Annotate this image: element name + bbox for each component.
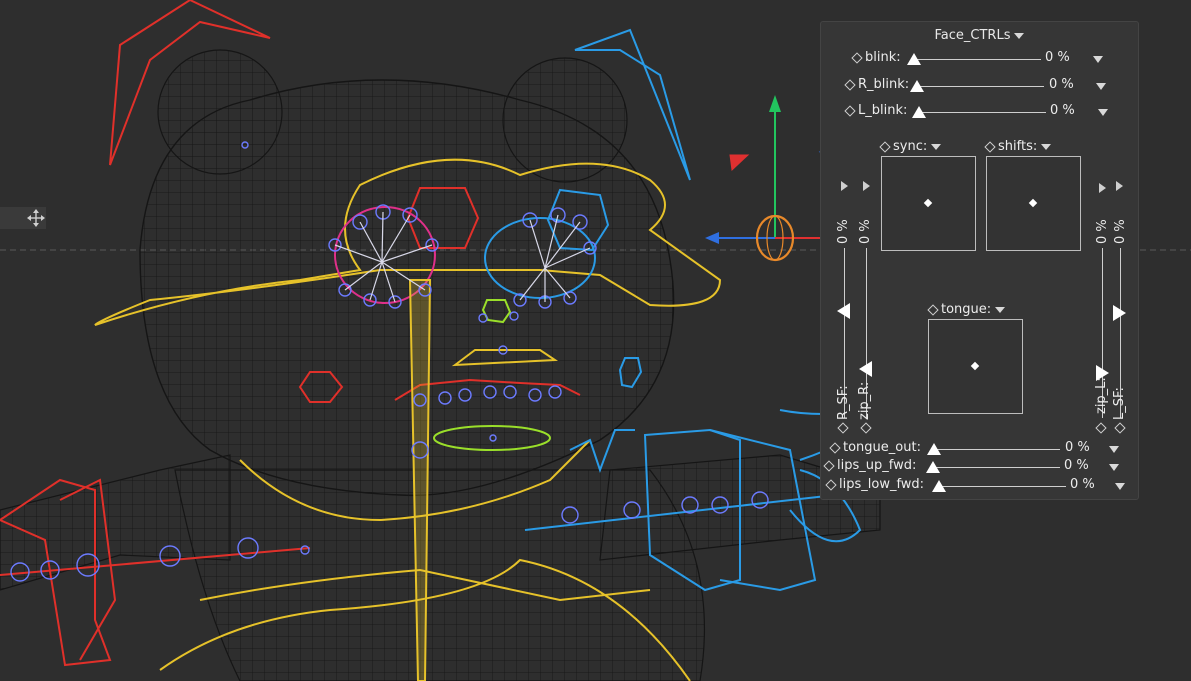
zip-l-label: zip_L: — [1094, 377, 1109, 414]
r-sf-expand-icon[interactable] — [841, 181, 848, 191]
l-blink-dropdown-icon[interactable] — [1098, 109, 1108, 116]
tongue-2d-pad[interactable] — [928, 319, 1023, 414]
key-diamond-icon[interactable] — [825, 478, 837, 491]
l-sf-value: 0 % — [1113, 219, 1128, 244]
panel-title-row[interactable]: Face_CTRLs — [821, 28, 1138, 43]
key-diamond-icon[interactable] — [927, 303, 939, 316]
l-blink-label: L_blink: — [844, 103, 907, 118]
r-blink-label: R_blink: — [844, 77, 909, 92]
lips-low-fwd-value: 0 % — [1070, 477, 1095, 492]
sync-2d-pad[interactable] — [881, 156, 976, 251]
key-diamond-icon[interactable] — [829, 441, 841, 454]
tongue-out-value: 0 % — [1065, 440, 1090, 455]
tongue-dropdown-icon[interactable] — [995, 306, 1006, 313]
zip-r-expand-icon[interactable] — [863, 181, 870, 191]
blink-slider-handle[interactable] — [907, 53, 921, 65]
panel-title: Face_CTRLs — [934, 28, 1011, 43]
lips-up-fwd-value: 0 % — [1064, 458, 1089, 473]
zip-r-label: zip_R: — [857, 381, 872, 420]
lips-low-fwd-label: lips_low_fwd: — [825, 477, 924, 492]
sync-dropdown-icon[interactable] — [931, 143, 942, 150]
sync-label: sync: — [879, 139, 942, 154]
r-blink-slider-handle[interactable] — [910, 80, 924, 92]
tongue-out-slider-track[interactable] — [933, 449, 1060, 450]
key-diamond-icon[interactable] — [851, 51, 863, 64]
lips-up-fwd-slider-handle[interactable] — [926, 461, 940, 473]
sync-pad-handle[interactable] — [923, 198, 933, 208]
key-diamond-icon[interactable] — [844, 78, 856, 91]
lips-low-fwd-slider-handle[interactable] — [932, 480, 946, 492]
r-sf-value: 0 % — [836, 219, 851, 244]
zip-l-value: 0 % — [1095, 219, 1110, 244]
l-sf-key-icon[interactable] — [1114, 422, 1126, 434]
zip-r-value: 0 % — [858, 219, 873, 244]
key-diamond-icon[interactable] — [823, 459, 835, 472]
r-sf-slider-handle[interactable] — [837, 303, 850, 319]
tongue-out-slider-handle[interactable] — [927, 443, 941, 455]
lips-up-fwd-slider-track[interactable] — [932, 467, 1060, 468]
key-diamond-icon[interactable] — [984, 140, 996, 153]
lips-up-fwd-label: lips_up_fwd: — [823, 458, 916, 473]
blink-dropdown-icon[interactable] — [1093, 56, 1103, 63]
tongue-label: tongue: — [927, 302, 1006, 317]
blink-value: 0 % — [1045, 50, 1070, 65]
zip-l-key-icon[interactable] — [1095, 422, 1107, 434]
blink-slider-track[interactable] — [913, 59, 1041, 60]
l-blink-slider-handle[interactable] — [912, 106, 926, 118]
tongue-out-label: tongue_out: — [829, 440, 921, 455]
move-tool-button[interactable] — [0, 207, 46, 229]
r-blink-value: 0 % — [1049, 77, 1074, 92]
shifts-label: shifts: — [984, 139, 1052, 154]
zip-l-expand-icon[interactable] — [1099, 183, 1106, 193]
shifts-pad-handle[interactable] — [1028, 198, 1038, 208]
key-diamond-icon[interactable] — [879, 140, 891, 153]
l-blink-slider-track[interactable] — [918, 112, 1046, 113]
zip-r-slider-handle[interactable] — [859, 361, 872, 377]
r-sf-key-icon[interactable] — [837, 422, 849, 434]
move-icon — [27, 209, 45, 227]
blink-label: blink: — [851, 50, 901, 65]
face-ctrls-panel: Face_CTRLs blink: 0 % R_blink: 0 % L_bli… — [820, 21, 1139, 500]
r-sf-label: R_SF: — [836, 385, 851, 420]
lips-low-fwd-slider-track[interactable] — [938, 486, 1066, 487]
zip-r-key-icon[interactable] — [860, 422, 872, 434]
lips-low-fwd-dropdown-icon[interactable] — [1115, 483, 1125, 490]
l-sf-expand-icon[interactable] — [1116, 181, 1123, 191]
title-dropdown-icon[interactable] — [1014, 32, 1025, 39]
r-blink-slider-track[interactable] — [916, 86, 1044, 87]
lips-up-fwd-dropdown-icon[interactable] — [1109, 464, 1119, 471]
l-blink-value: 0 % — [1050, 103, 1075, 118]
shifts-2d-pad[interactable] — [986, 156, 1081, 251]
l-sf-label: L_SF: — [1112, 387, 1127, 420]
tongue-pad-handle[interactable] — [970, 361, 980, 371]
shifts-dropdown-icon[interactable] — [1041, 143, 1052, 150]
tongue-out-dropdown-icon[interactable] — [1109, 446, 1119, 453]
key-diamond-icon[interactable] — [844, 104, 856, 117]
l-sf-slider-handle[interactable] — [1113, 305, 1126, 321]
r-blink-dropdown-icon[interactable] — [1096, 83, 1106, 90]
